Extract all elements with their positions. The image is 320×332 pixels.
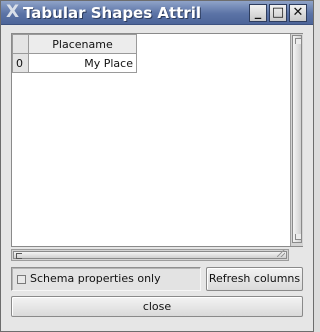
table-header-row: Placename: [12, 34, 137, 54]
attribute-table: Placename 0 My Place: [12, 34, 137, 73]
horizontal-scroll-thumb[interactable]: [13, 249, 287, 259]
schema-properties-toggle[interactable]: Schema properties only: [11, 267, 201, 291]
horizontal-scrollbar[interactable]: [11, 249, 289, 261]
scroll-cap-left: [16, 253, 22, 259]
schema-properties-checkbox[interactable]: [17, 275, 26, 284]
resize-grip-icon: [277, 249, 285, 257]
table-cell-placename[interactable]: My Place: [28, 53, 137, 73]
x-logo-icon[interactable]: X: [4, 4, 21, 21]
maximize-button[interactable]: □: [269, 4, 287, 22]
scroll-cap-top: [295, 38, 302, 44]
tabular-shapes-window: X Tabular Shapes Attril _ □ ✕ Placename …: [0, 0, 314, 332]
window-title: Tabular Shapes Attril: [23, 4, 202, 22]
vertical-scrollbar[interactable]: [290, 34, 303, 246]
scroll-cap-bottom: [295, 234, 302, 240]
schema-properties-label: Schema properties only: [30, 272, 161, 285]
table-corner-cell[interactable]: [12, 34, 29, 54]
vertical-scroll-thumb[interactable]: [292, 35, 302, 243]
attribute-table-frame: Placename 0 My Place: [11, 33, 303, 247]
minimize-button[interactable]: _: [249, 4, 267, 22]
title-bar[interactable]: X Tabular Shapes Attril _ □ ✕: [1, 1, 313, 25]
row-header[interactable]: 0: [12, 53, 29, 73]
column-header-placename[interactable]: Placename: [28, 34, 137, 54]
close-button[interactable]: close: [11, 296, 303, 317]
refresh-columns-button[interactable]: Refresh columns: [206, 267, 303, 291]
close-window-button[interactable]: ✕: [289, 4, 307, 22]
table-row[interactable]: 0 My Place: [12, 53, 137, 73]
